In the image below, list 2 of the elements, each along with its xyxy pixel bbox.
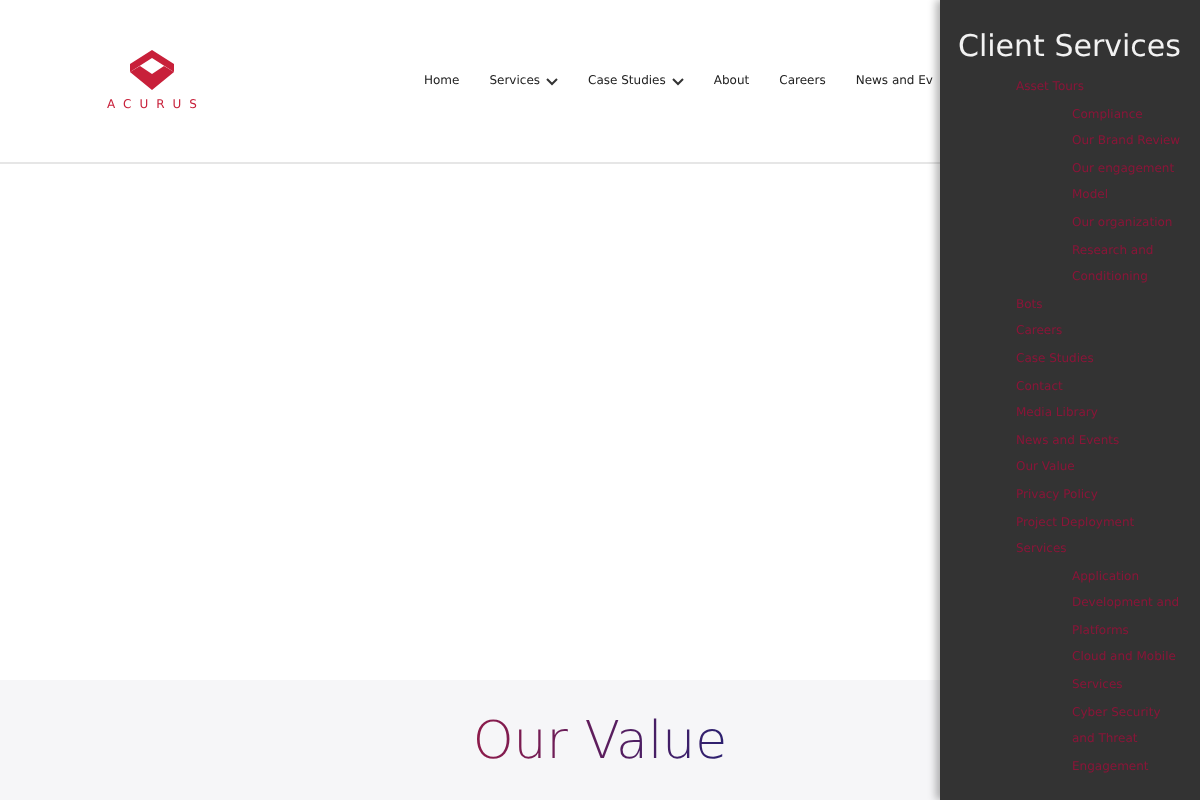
sidebar-title: Client Services [958,26,1183,66]
logo-icon [130,50,174,90]
